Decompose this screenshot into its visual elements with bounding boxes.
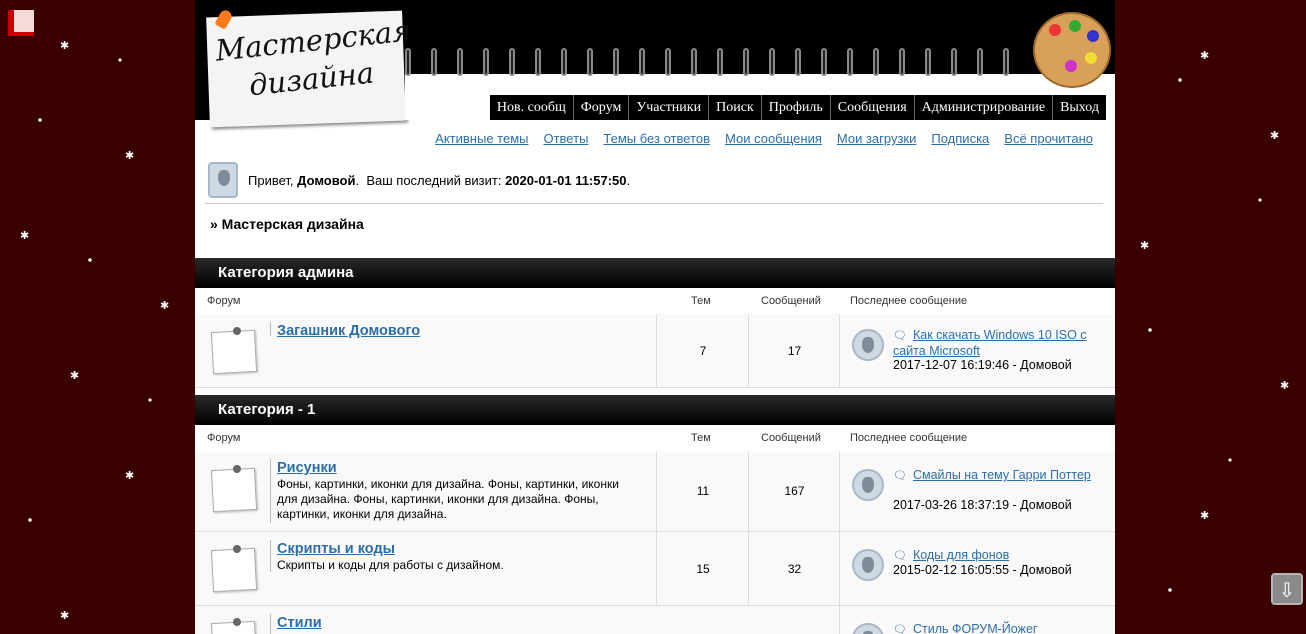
scroll-down-icon[interactable]: ⇩ (1271, 573, 1303, 605)
last-post-link[interactable]: Смайлы на тему Гарри Поттер (893, 468, 1103, 484)
last-post: Смайлы на тему Гарри Поттер 2017-03-26 1… (839, 451, 1115, 531)
category-header: Категория админа (195, 258, 1115, 288)
col-forum: Форум (207, 432, 241, 444)
link-replies[interactable]: Ответы (543, 131, 588, 146)
forum-row: Скрипты и коды Скрипты и коды для работы… (195, 532, 1115, 606)
last-post-link[interactable]: Как скачать Windows 10 ISO с сайта Micro… (893, 328, 1103, 359)
greeting-visit-label: Ваш последний визит: (366, 172, 502, 188)
nav-members[interactable]: Участники (628, 95, 708, 120)
nav-messages[interactable]: Сообщения (829, 95, 914, 120)
post-count: 17 (748, 314, 840, 387)
forum-row: Стили Стиль ФОРУМ-Йожег (195, 606, 1115, 634)
last-post-meta: 2017-03-26 18:37:19 - Домовой (893, 498, 1072, 512)
pin-icon (233, 465, 241, 473)
column-headers: Форум Тем Сообщений Последнее сообщение (195, 288, 1115, 315)
link-subscriptions[interactable]: Подписка (931, 131, 989, 146)
user-avatar[interactable] (208, 162, 238, 198)
link-my-uploads[interactable]: Мои загрузки (837, 131, 917, 146)
post-count: 32 (748, 532, 840, 605)
welcome-bar: Привет, Домовой. Ваш последний визит: 20… (208, 162, 630, 198)
col-last: Последнее сообщение (850, 295, 968, 307)
forum-description: Скрипты и коды для работы с дизайном. (277, 558, 504, 572)
category-title[interactable]: Категория админа (218, 264, 353, 281)
last-post-avatar[interactable] (852, 469, 884, 501)
forum-folder-icon (210, 547, 258, 593)
pin-icon (233, 618, 241, 626)
last-post-avatar[interactable] (852, 623, 884, 634)
forum-name[interactable]: Загашник Домового (277, 323, 420, 339)
col-topics: Тем (691, 295, 711, 307)
forum-name[interactable]: Рисунки (277, 460, 337, 476)
category-header: Категория - 1 (195, 395, 1115, 425)
forum-description: Фоны, картинки, иконки для дизайна. Фоны… (277, 477, 619, 521)
forum-folder-icon (210, 467, 258, 513)
last-post-meta: 2017-12-07 16:19:46 - Домовой (893, 358, 1072, 372)
post-count: 167 (748, 451, 840, 531)
last-post: Стиль ФОРУМ-Йожег (839, 606, 1115, 634)
col-posts: Сообщений (761, 432, 821, 444)
forum-row: Загашник Домового 7 17 Как скачать Windo… (195, 314, 1115, 388)
link-active-topics[interactable]: Активные темы (435, 131, 528, 146)
link-unanswered[interactable]: Темы без ответов (603, 131, 710, 146)
forum-folder-icon (210, 329, 258, 375)
forum-page: Мастерская дизайна Нов. сообщ Форум Учас… (195, 0, 1115, 634)
divider (205, 203, 1103, 204)
topic-count: 7 (656, 314, 749, 387)
nav-admin[interactable]: Администрирование (913, 95, 1052, 120)
header: Мастерская дизайна Нов. сообщ Форум Учас… (195, 0, 1115, 128)
last-post-avatar[interactable] (852, 549, 884, 581)
breadcrumb[interactable]: » Мастерская дизайна (210, 216, 364, 232)
last-post: Коды для фонов 2015-02-12 16:05:55 - Дом… (839, 532, 1115, 605)
col-forum: Форум (207, 295, 241, 307)
corner-logo-icon (8, 10, 34, 36)
last-post-avatar[interactable] (852, 329, 884, 361)
topic-count: 11 (656, 451, 749, 531)
quick-links: Активные темы Ответы Темы без ответов Мо… (435, 131, 1093, 146)
greeting-hello: Привет, (248, 172, 294, 188)
last-post-meta: 2015-02-12 16:05:55 - Домовой (893, 563, 1072, 577)
topic-count: 15 (656, 532, 749, 605)
forum-name[interactable]: Стили (277, 615, 322, 631)
col-posts: Сообщений (761, 295, 821, 307)
nav-logout[interactable]: Выход (1052, 95, 1106, 120)
main-nav: Нов. сообщ Форум Участники Поиск Профиль… (489, 95, 1106, 120)
nav-profile[interactable]: Профиль (760, 95, 830, 120)
paint-palette-icon (1033, 12, 1111, 88)
last-post: Как скачать Windows 10 ISO с сайта Micro… (839, 314, 1115, 387)
nav-new-posts[interactable]: Нов. сообщ (490, 95, 573, 120)
link-mark-read[interactable]: Всё прочитано (1004, 131, 1093, 146)
nav-search[interactable]: Поиск (708, 95, 761, 120)
forum-name[interactable]: Скрипты и коды (277, 541, 395, 557)
col-topics: Тем (691, 432, 711, 444)
pin-icon (233, 327, 241, 335)
last-post-link[interactable]: Коды для фонов (893, 548, 1103, 564)
column-headers: Форум Тем Сообщений Последнее сообщение (195, 425, 1115, 452)
nav-forum[interactable]: Форум (572, 95, 629, 120)
pin-icon (233, 545, 241, 553)
greeting-visit-time: 2020-01-01 11:57:50 (505, 172, 627, 188)
greeting-user: Домовой (297, 172, 356, 188)
forum-row: Рисунки Фоны, картинки, иконки для дизай… (195, 451, 1115, 532)
category-title[interactable]: Категория - 1 (218, 401, 315, 418)
spiral-rings (405, 48, 1025, 80)
last-post-link[interactable]: Стиль ФОРУМ-Йожег (893, 622, 1103, 634)
link-my-posts[interactable]: Мои сообщения (725, 131, 822, 146)
col-last: Последнее сообщение (850, 432, 968, 444)
